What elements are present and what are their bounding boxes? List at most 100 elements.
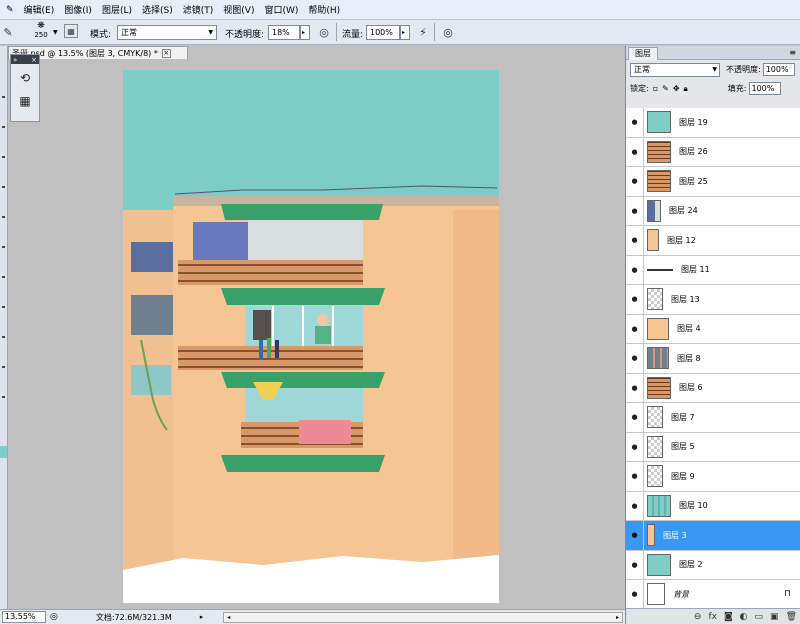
menu-item[interactable]: 图像(I) bbox=[64, 3, 92, 16]
menu-item[interactable]: 滤镜(T) bbox=[183, 3, 214, 16]
visibility-eye-icon[interactable]: ● bbox=[626, 196, 644, 225]
tool-tick bbox=[2, 306, 5, 308]
tools-panel-edge[interactable] bbox=[0, 46, 8, 609]
visibility-eye-icon[interactable]: ● bbox=[626, 255, 644, 284]
grid-icon[interactable]: ▦ bbox=[16, 92, 34, 110]
menu-item[interactable]: 图层(L) bbox=[102, 3, 132, 16]
panel-header[interactable]: » × bbox=[11, 55, 39, 64]
document-canvas[interactable] bbox=[123, 70, 499, 603]
menu-item[interactable]: 窗口(W) bbox=[264, 3, 298, 16]
layer-row[interactable]: ● 图层 5 bbox=[626, 432, 800, 462]
layer-thumbnail bbox=[647, 229, 659, 252]
layer-row[interactable]: ● 图层 4 bbox=[626, 314, 800, 344]
lock-pixels-icon[interactable]: ✎ bbox=[662, 84, 669, 93]
status-menu-icon[interactable]: ◎ bbox=[50, 612, 58, 622]
airbrush-pressure-icon[interactable]: ◎ bbox=[316, 24, 332, 40]
layer-row[interactable]: ● 图层 7 bbox=[626, 403, 800, 433]
layer-thumbnail bbox=[647, 199, 661, 222]
brush-tool-icon[interactable]: ✎ bbox=[0, 24, 16, 40]
brush-panel-toggle-icon[interactable]: ▦ bbox=[64, 24, 78, 38]
flow-slider-toggle-icon[interactable]: ▸ bbox=[400, 25, 410, 40]
opacity-input[interactable]: 18% bbox=[268, 25, 300, 40]
layer-row[interactable]: ● 图层 26 bbox=[626, 137, 800, 167]
menu-item[interactable]: 编辑(E) bbox=[24, 3, 55, 16]
add-mask-icon[interactable]: ◙ bbox=[724, 612, 733, 622]
panel-menu-icon[interactable]: ≡ bbox=[789, 48, 796, 57]
visibility-eye-icon[interactable]: ● bbox=[626, 550, 644, 579]
visibility-eye-icon[interactable]: ● bbox=[626, 373, 644, 402]
blend-mode-select[interactable]: 正常 bbox=[630, 62, 720, 77]
layer-list[interactable]: ● 图层 19 ● 图层 26 ● 图层 25 ● 图层 24 ● 图层 12 ● 图层 11 ● 图层 … bbox=[626, 108, 800, 608]
visibility-eye-icon[interactable]: ● bbox=[626, 167, 644, 196]
link-layers-icon[interactable]: ⊖ bbox=[694, 612, 702, 622]
close-icon[interactable]: × bbox=[31, 56, 37, 64]
layer-row[interactable]: ● 图层 10 bbox=[626, 491, 800, 521]
menu-item[interactable]: 视图(V) bbox=[223, 3, 254, 16]
adjustment-layer-icon[interactable]: ◐ bbox=[740, 612, 748, 622]
foreground-color-swatch[interactable] bbox=[0, 446, 7, 458]
chevron-down-icon[interactable]: ▼ bbox=[53, 29, 58, 36]
tool-tick bbox=[2, 156, 5, 158]
visibility-eye-icon[interactable]: ● bbox=[626, 432, 644, 461]
lock-transparent-icon[interactable]: ▫ bbox=[653, 84, 658, 93]
layer-row[interactable]: ● 图层 9 bbox=[626, 462, 800, 492]
close-icon[interactable]: × bbox=[161, 48, 171, 58]
scroll-right-icon[interactable]: ▸ bbox=[613, 613, 622, 622]
opacity-slider-toggle-icon[interactable]: ▸ bbox=[300, 25, 310, 40]
lock-all-icon[interactable]: 🔒︎ bbox=[684, 84, 688, 94]
layer-opacity-input[interactable]: 100% bbox=[762, 63, 795, 76]
fill-input[interactable]: 100% bbox=[748, 82, 781, 95]
mode-select[interactable]: 正常 ▼ bbox=[117, 25, 217, 40]
pink-blanket bbox=[299, 420, 351, 444]
visibility-eye-icon[interactable]: ● bbox=[626, 491, 644, 520]
visibility-eye-icon[interactable]: ● bbox=[626, 226, 644, 255]
menu-item[interactable]: 帮助(H) bbox=[308, 3, 340, 16]
layer-row[interactable]: ● 图层 24 bbox=[626, 196, 800, 226]
layer-style-icon[interactable]: fx bbox=[708, 612, 717, 622]
layer-row[interactable]: ● 图层 2 bbox=[626, 550, 800, 580]
visibility-eye-icon[interactable]: ● bbox=[626, 580, 644, 608]
hanging-clothes bbox=[275, 340, 279, 358]
visibility-eye-icon[interactable]: ● bbox=[626, 403, 644, 432]
layer-name: 图层 19 bbox=[679, 117, 708, 127]
layer-row[interactable]: ● 图层 25 bbox=[626, 167, 800, 197]
green-awning bbox=[221, 455, 385, 472]
horizontal-scrollbar[interactable]: ◂ ▸ bbox=[223, 611, 623, 623]
lock-position-icon[interactable]: ✥ bbox=[673, 84, 680, 93]
layer-name: 图层 24 bbox=[669, 206, 698, 216]
layer-name: 图层 3 bbox=[663, 530, 687, 540]
expand-icon[interactable]: » bbox=[13, 56, 17, 64]
flow-input[interactable]: 100% bbox=[366, 25, 400, 40]
layer-row[interactable]: ● 图层 6 bbox=[626, 373, 800, 403]
layers-tab[interactable]: 图层 bbox=[628, 46, 658, 60]
layer-name: 图层 7 bbox=[671, 412, 695, 422]
brush-preset-picker[interactable]: ❋ 250 bbox=[30, 22, 52, 43]
zoom-input[interactable]: 13.55% bbox=[2, 611, 46, 623]
status-arrow-icon[interactable]: ▸ bbox=[200, 613, 204, 621]
visibility-eye-icon[interactable]: ● bbox=[626, 314, 644, 343]
visibility-eye-icon[interactable]: ● bbox=[626, 108, 644, 137]
visibility-eye-icon[interactable]: ● bbox=[626, 521, 644, 550]
layer-row[interactable]: ● 图层 3 bbox=[626, 521, 800, 551]
layer-row[interactable]: ● 背景 ⊓ bbox=[626, 580, 800, 608]
layer-row[interactable]: ● 图层 19 bbox=[626, 108, 800, 138]
scroll-left-icon[interactable]: ◂ bbox=[224, 613, 233, 622]
trash-icon[interactable]: 🗑︎ bbox=[786, 612, 797, 622]
new-layer-icon[interactable]: ▣ bbox=[770, 612, 779, 622]
brush-tool-icon[interactable]: ✎ bbox=[6, 5, 14, 15]
visibility-eye-icon[interactable]: ● bbox=[626, 285, 644, 314]
history-icon[interactable]: ⟲ bbox=[16, 69, 34, 87]
flow-label: 流量: bbox=[342, 30, 364, 40]
menu-item[interactable]: 选择(S) bbox=[142, 3, 173, 16]
layer-row[interactable]: ● 图层 8 bbox=[626, 344, 800, 374]
new-group-icon[interactable]: ▭ bbox=[755, 612, 764, 622]
visibility-eye-icon[interactable]: ● bbox=[626, 137, 644, 166]
tablet-pressure-icon[interactable]: ◎ bbox=[440, 24, 456, 40]
visibility-eye-icon[interactable]: ● bbox=[626, 462, 644, 491]
layer-row[interactable]: ● 图层 11 bbox=[626, 255, 800, 285]
layer-row[interactable]: ● 图层 13 bbox=[626, 285, 800, 315]
mode-select-value: 正常 bbox=[121, 28, 137, 37]
visibility-eye-icon[interactable]: ● bbox=[626, 344, 644, 373]
airbrush-icon[interactable]: ⚡ bbox=[415, 24, 431, 40]
layer-row[interactable]: ● 图层 12 bbox=[626, 226, 800, 256]
